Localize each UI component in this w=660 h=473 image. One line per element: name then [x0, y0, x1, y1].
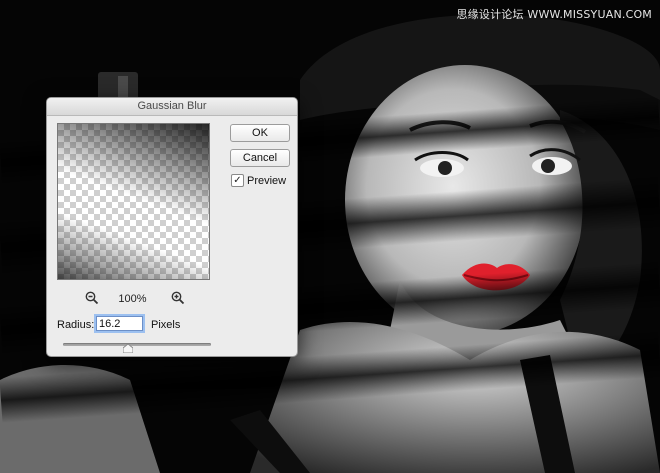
- checkmark-icon: ✓: [233, 175, 242, 186]
- radius-unit-label: Pixels: [151, 319, 181, 331]
- radius-slider[interactable]: [63, 341, 211, 353]
- radius-label: Radius:: [57, 319, 95, 331]
- preview-toggle[interactable]: ✓ Preview: [231, 174, 286, 187]
- cancel-button[interactable]: Cancel: [230, 149, 290, 167]
- watermark-text: 思缘设计论坛 WWW.MISSYUAN.COM: [456, 8, 652, 21]
- zoom-in-icon[interactable]: [171, 291, 185, 305]
- slider-thumb-icon[interactable]: [123, 344, 134, 353]
- preview-checkbox[interactable]: ✓: [231, 174, 244, 187]
- zoom-level: 100%: [118, 293, 147, 305]
- zoom-controls: 100%: [57, 291, 208, 307]
- radius-input[interactable]: [96, 316, 143, 331]
- preview-label: Preview: [247, 174, 287, 187]
- slider-track[interactable]: [63, 343, 211, 346]
- ok-button[interactable]: OK: [230, 124, 290, 142]
- gaussian-blur-dialog: Gaussian Blur OK Cancel ✓ Preview 100% R…: [46, 97, 298, 357]
- blur-preview-pane[interactable]: [57, 123, 210, 280]
- dialog-title: Gaussian Blur: [47, 98, 297, 116]
- blur-preview-image: [58, 124, 209, 279]
